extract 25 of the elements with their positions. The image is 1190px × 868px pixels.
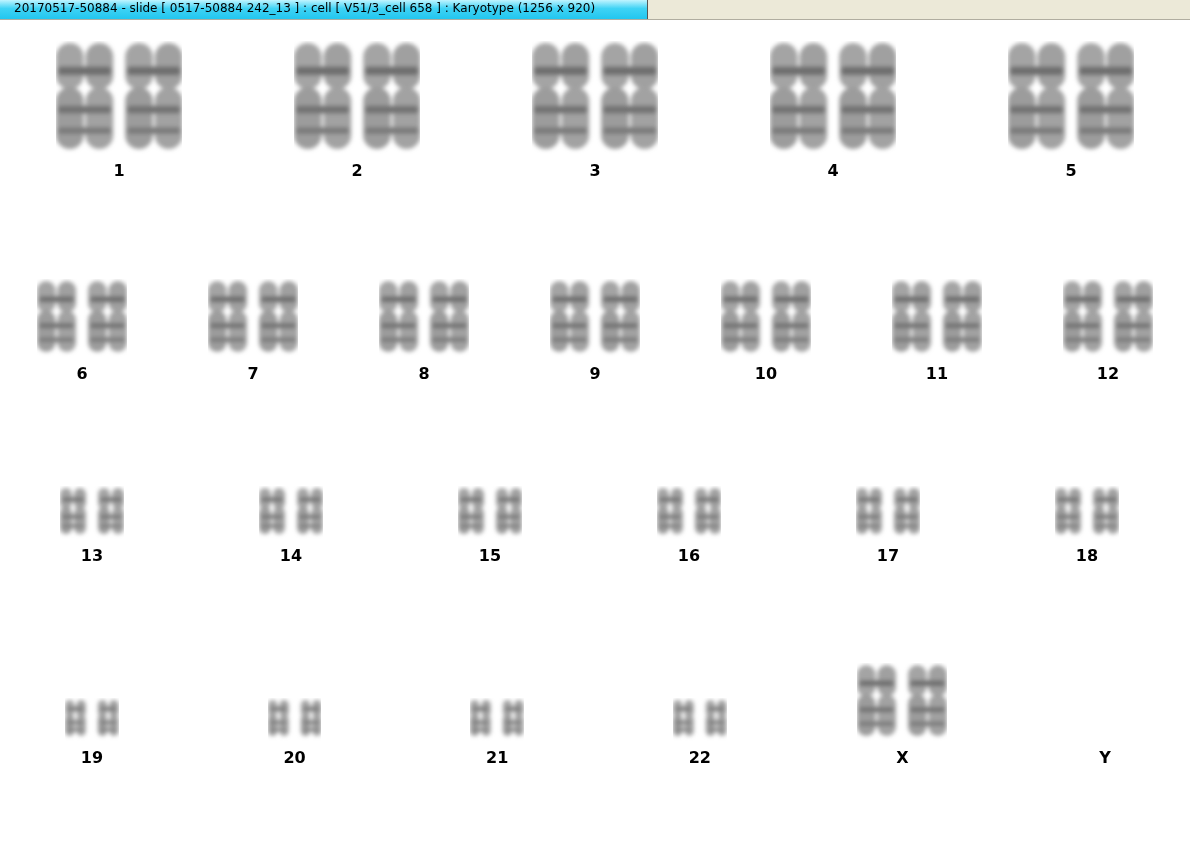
chromosome-label: 9 bbox=[589, 364, 601, 383]
chromosome-label: X bbox=[896, 748, 909, 767]
chromosome-label: 11 bbox=[925, 364, 949, 383]
chromosome-label: 22 bbox=[688, 748, 711, 767]
chromosome-label: 5 bbox=[1065, 161, 1077, 180]
chromosome-label: 19 bbox=[80, 748, 104, 767]
chromosome-label: 20 bbox=[283, 748, 306, 767]
window-title[interactable]: 20170517-50884 - slide [ 0517-50884 242_13 ] : cell [ V51/3_cell 658 ] : Karyotype (1256 x 920) bbox=[0, 0, 648, 19]
chromosome-label: 1 bbox=[113, 161, 125, 180]
chromosome-label: 13 bbox=[80, 546, 104, 565]
chromosome-label: 10 bbox=[754, 364, 778, 383]
chromosome-label: 14 bbox=[279, 546, 303, 565]
chromosome-label: 12 bbox=[1096, 364, 1120, 383]
chromosome-label: 4 bbox=[827, 161, 839, 180]
chromosome-label: 17 bbox=[876, 546, 900, 565]
chromosome-label: 2 bbox=[351, 161, 363, 180]
chromosome-label: Y bbox=[1099, 748, 1111, 767]
chromosome-label: 8 bbox=[418, 364, 430, 383]
chromosome-label: 15 bbox=[478, 546, 502, 565]
chromosome-label: 6 bbox=[76, 364, 88, 383]
chromosome-label: 18 bbox=[1075, 546, 1099, 565]
chromosome-label: 16 bbox=[677, 546, 701, 565]
chromosome-label: 7 bbox=[247, 364, 259, 383]
chromosome-label: 21 bbox=[486, 748, 509, 767]
chromosome-label: 3 bbox=[589, 161, 601, 180]
